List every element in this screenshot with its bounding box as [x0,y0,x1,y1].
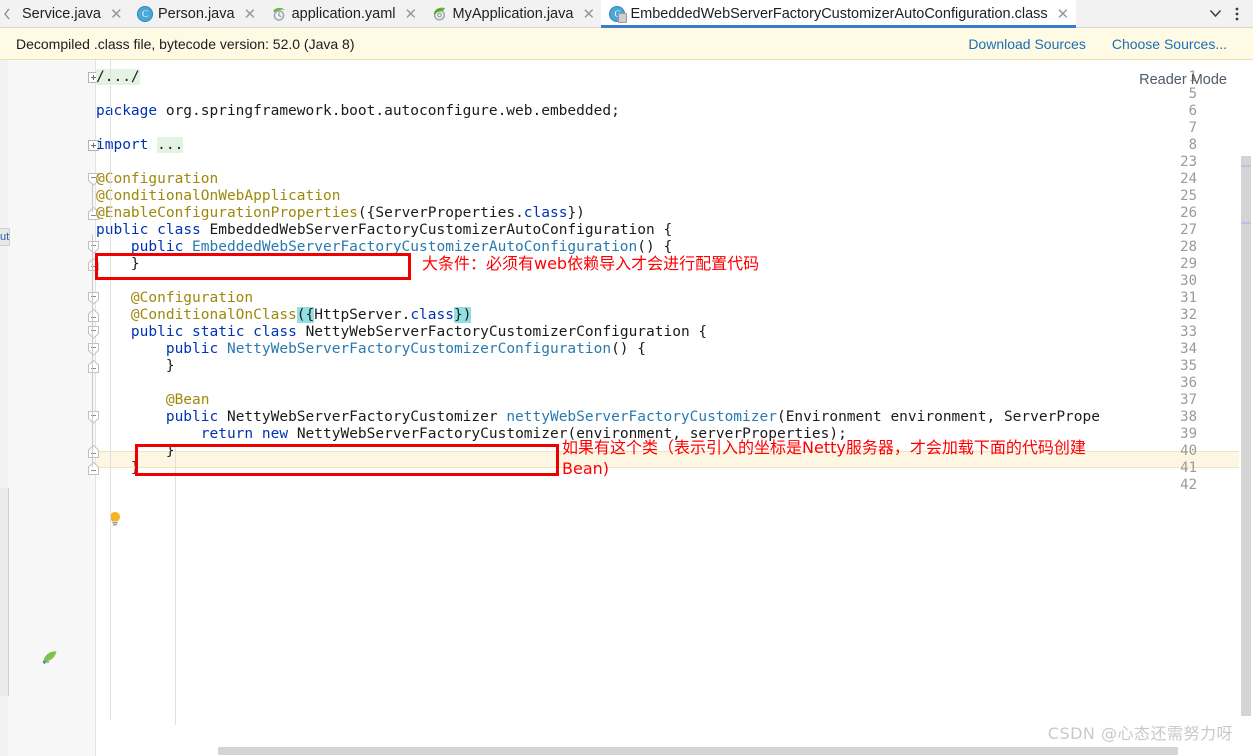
vertical-dots-icon [1235,7,1239,20]
close-icon[interactable]: ✕ [110,7,123,22]
code-line[interactable]: public NettyWebServerFactoryCustomizer n… [96,409,1100,426]
code-line[interactable]: @Bean [96,392,210,409]
code-line[interactable]: @Configuration [96,290,253,307]
tab-label: Service.java [22,5,101,22]
notification-message: Decompiled .class file, bytecode version… [16,35,355,52]
code-line[interactable]: @ConditionalOnClass({HttpServer.class}) [96,307,472,324]
code-line[interactable]: } [96,256,140,273]
tab-myapplication-java[interactable]: MyApplication.java ✕ [424,0,602,28]
tab-service-java[interactable]: Service.java ✕ [14,0,129,28]
java-class-icon: C [136,6,153,22]
spring-bean-gutter-icon[interactable] [42,650,58,665]
code-line[interactable]: public NettyWebServerFactoryCustomizerCo… [96,341,646,358]
tab-person-java[interactable]: C Person.java ✕ [129,0,263,28]
horizontal-scrollbar-thumb[interactable] [218,747,1178,755]
code-line[interactable]: @ConditionalOnWebApplication [96,188,340,205]
download-sources-link[interactable]: Download Sources [968,36,1086,52]
indent-guide [175,445,176,725]
structure-tool-window-tab[interactable]: ut [0,228,10,246]
fold-region-bar [92,184,93,212]
java-class-decompiled-icon: C [609,6,628,23]
indent-guide [110,60,111,720]
code-line[interactable]: /.../ [96,69,140,86]
chevron-left-icon [4,8,10,19]
tab-embeddedwebserverfactorycustomizerautoconfiguration-class[interactable]: C EmbeddedWebServerFactoryCustomizerAuto… [601,0,1076,28]
reader-mode-label[interactable]: Reader Mode [1139,72,1227,88]
vertical-scrollbar-track[interactable] [1239,60,1253,756]
tab-list-dropdown-icon[interactable] [1205,1,1225,27]
watermark: CSDN @心态还需努力呀 [1047,724,1233,743]
tab-label: application.yaml [291,5,396,22]
code-line[interactable]: package org.springframework.boot.autocon… [96,103,620,120]
vertical-scrollbar-thumb[interactable] [1241,156,1251,716]
fold-region-bar [92,235,93,467]
left-panel-edge [0,488,9,696]
tab-application-yaml[interactable]: application.yaml ✕ [263,0,424,28]
more-options-menu-icon[interactable] [1227,1,1247,27]
editor-tab-bar: Service.java ✕ C Person.java ✕ applicati… [0,0,1253,28]
spring-yaml-icon [271,6,287,22]
close-icon[interactable]: ✕ [244,7,257,22]
tab-scroll-left-icon[interactable] [0,0,14,27]
code-text-area[interactable]: /.../ package org.springframework.boot.au… [96,60,1253,756]
close-icon[interactable]: ✕ [1057,7,1070,22]
annotation-note-netty-condition-line1: 如果有这个类（表示引入的坐标是Netty服务器，才会加载下面的代码创建 [562,438,1086,457]
tab-label: MyApplication.java [452,5,574,22]
scrollbar-marker [1241,165,1251,167]
spring-boot-app-icon [432,6,448,22]
tab-label: Person.java [157,5,235,22]
code-editor[interactable]: 1 5 6 7 8 23 24 25 26 27 28 29 30 31 32 33 34 35 36 37 38 39 4… [0,60,1253,756]
code-line[interactable]: } [96,460,140,477]
close-icon[interactable]: ✕ [405,7,418,22]
annotation-note-netty-condition-line2: Bean) [562,459,610,478]
scrollbar-marker [1241,222,1251,224]
close-icon[interactable]: ✕ [582,7,595,22]
tab-label: EmbeddedWebServerFactoryCustomizerAutoCo… [630,5,1048,22]
code-line[interactable]: public static class NettyWebServerFactor… [96,324,707,341]
decompiled-notification-bar: Decompiled .class file, bytecode version… [0,28,1253,60]
notification-actions: Download Sources Choose Sources... [968,36,1239,52]
code-line[interactable]: @EnableConfigurationProperties({ServerPr… [96,205,585,222]
code-line[interactable]: @Configuration [96,171,218,188]
tab-bar-controls [1205,0,1253,27]
annotation-note-web-condition: 大条件：必须有web依赖导入才会进行配置代码 [422,254,760,273]
choose-sources-link[interactable]: Choose Sources... [1112,36,1227,52]
code-line[interactable]: } [96,443,175,460]
chevron-down-icon [1209,9,1221,18]
horizontal-scrollbar-track[interactable] [108,746,1239,756]
code-line[interactable]: public class EmbeddedWebServerFactoryCus… [96,222,672,239]
code-line[interactable]: } [96,358,175,375]
